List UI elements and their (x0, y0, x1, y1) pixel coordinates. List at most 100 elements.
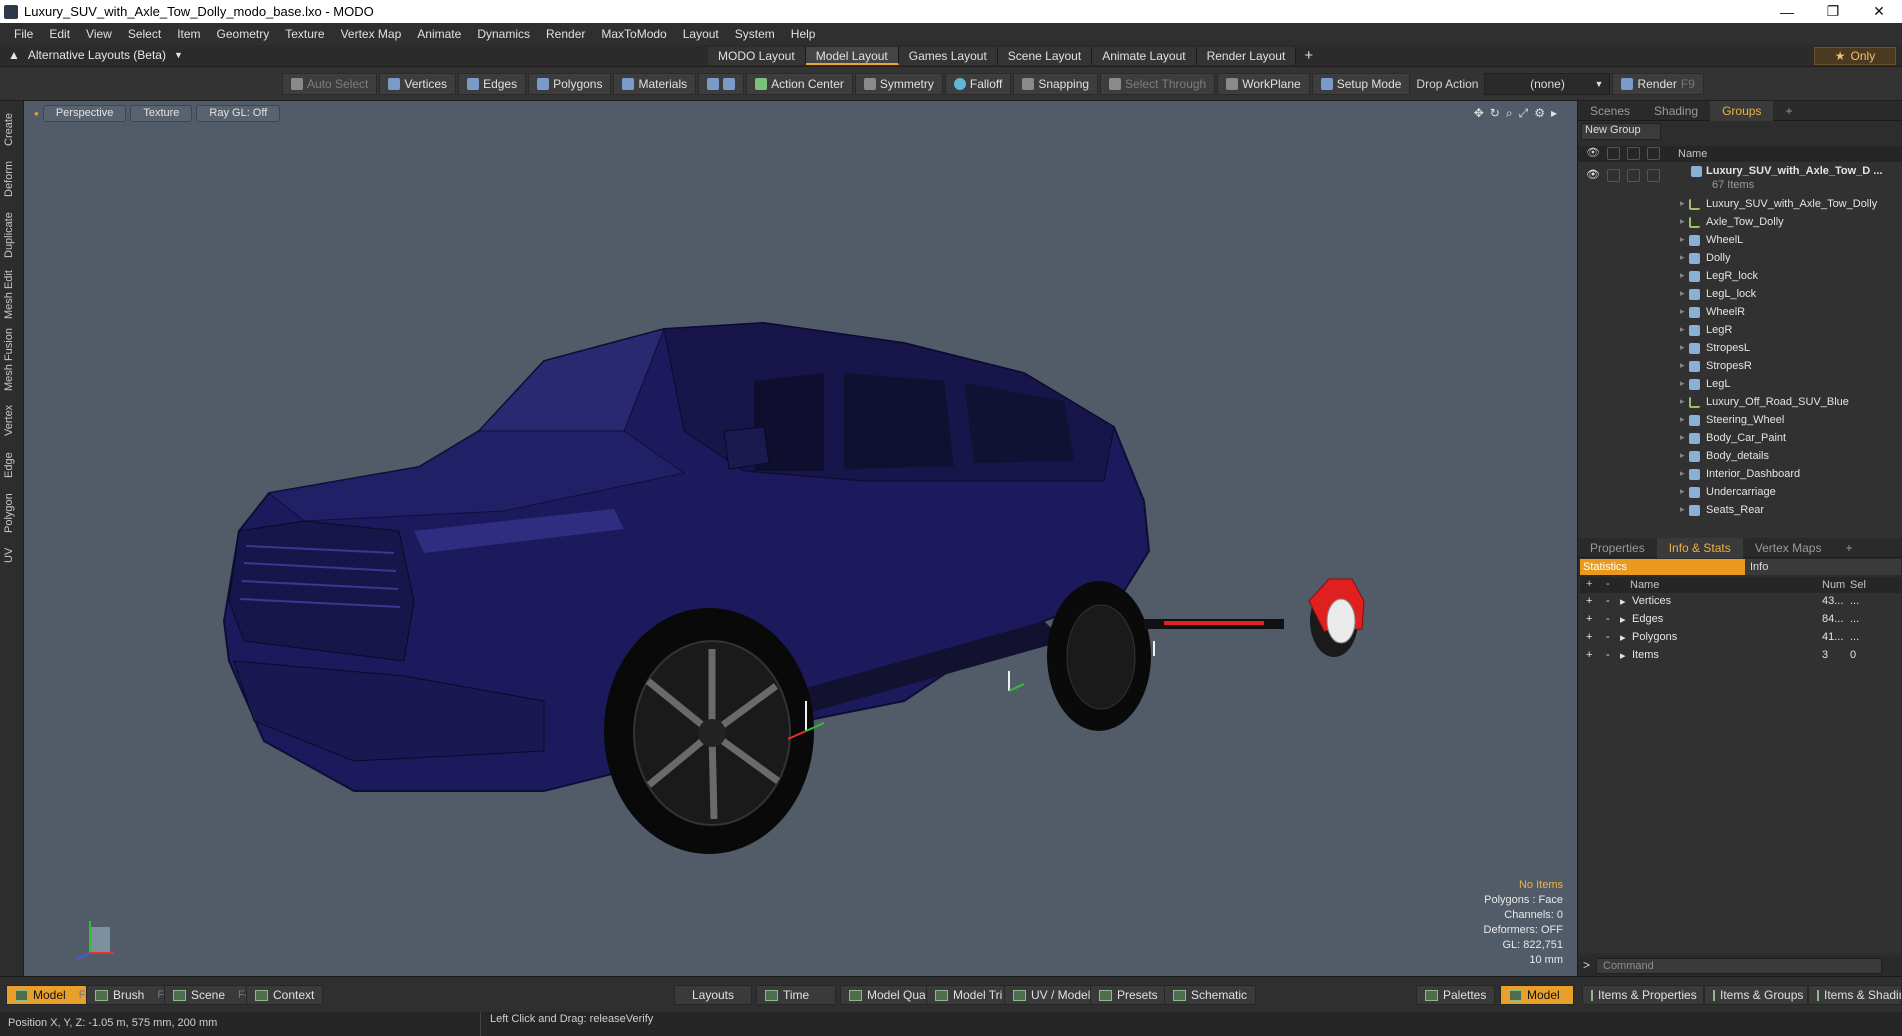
render-button[interactable]: Render F9 (1612, 73, 1704, 95)
expand-all-icon[interactable]: + (1586, 578, 1592, 590)
menu-select[interactable]: Select (120, 27, 169, 41)
expand-arrow-icon[interactable]: ▸ (1680, 288, 1685, 299)
expand-arrow-icon[interactable]: ▸ (1680, 252, 1685, 263)
tab-mesh-fusion[interactable]: Mesh Fusion (3, 327, 21, 393)
expand-arrow-icon[interactable]: ▸ (1680, 414, 1685, 425)
auto-select-button[interactable]: Auto Select (282, 73, 378, 95)
tab-vertex-maps[interactable]: Vertex Maps (1743, 538, 1834, 558)
model-tri-button[interactable]: Model Tri (926, 985, 1012, 1005)
stats-row[interactable]: + - ▸ Vertices 43...... (1580, 593, 1901, 611)
expand-arrow-icon[interactable]: ▸ (1680, 378, 1685, 389)
expand-arrow-icon[interactable]: ▸ (1620, 631, 1626, 644)
symmetry-button[interactable]: Symmetry (854, 73, 943, 95)
group-item-row[interactable]: ▸ Luxury_SUV_with_Axle_Tow_Dolly (1578, 196, 1902, 214)
menu-item[interactable]: Item (169, 27, 208, 41)
items-groups-button[interactable]: Items & Groups (1704, 985, 1808, 1005)
model-layout-button[interactable]: Model (1500, 985, 1574, 1005)
tab-scenes[interactable]: Scenes (1578, 101, 1642, 121)
collapse-icon[interactable]: - (1606, 613, 1610, 625)
falloff-button[interactable]: Falloff (944, 73, 1012, 95)
tab-info[interactable]: Info (1745, 559, 1901, 575)
group-item-row[interactable]: ▸ StropesR (1578, 358, 1902, 376)
expand-arrow-icon[interactable]: ▸ (1680, 360, 1685, 371)
expand-arrow-icon[interactable]: ▸ (1680, 216, 1685, 227)
expand-arrow-icon[interactable]: ▸ (1680, 450, 1685, 461)
stats-row[interactable]: + - ▸ Items 3 0 (1580, 647, 1901, 665)
group-item-row[interactable]: ▸ Body_details (1578, 448, 1902, 466)
uv-model-button[interactable]: UV / Model (1004, 985, 1100, 1005)
tab-scene-layout[interactable]: Scene Layout (997, 47, 1093, 65)
collapse-icon[interactable]: - (1606, 649, 1610, 661)
eye-icon[interactable]: 👁 (1586, 168, 1600, 181)
setup-mode-button[interactable]: Setup Mode (1311, 73, 1411, 95)
drop-action-select[interactable]: (none) ▼ (1484, 73, 1611, 95)
group-item-row[interactable]: ▸ WheelL (1578, 232, 1902, 250)
action-center-button[interactable]: Action Center (746, 73, 853, 95)
tab-games-layout[interactable]: Games Layout (898, 47, 998, 65)
menu-vertex-map[interactable]: Vertex Map (333, 27, 410, 41)
tab-modo-layout[interactable]: MODO Layout (708, 47, 806, 65)
tab-vertex[interactable]: Vertex (3, 399, 21, 441)
menu-view[interactable]: View (78, 27, 120, 41)
group-item-row[interactable]: ▸ LegR_lock (1578, 268, 1902, 286)
expand-arrow-icon[interactable]: ▸ (1680, 306, 1685, 317)
snapping-button[interactable]: Snapping (1013, 73, 1099, 95)
stats-num-header[interactable]: Num (1822, 579, 1845, 591)
alternative-layouts-dropdown[interactable]: ▲ Alternative Layouts (Beta) ▼ (8, 48, 183, 62)
tab-uv[interactable]: UV (3, 543, 21, 567)
group-item-row[interactable]: ▸ StropesL (1578, 340, 1902, 358)
palettes-button[interactable]: Palettes (1416, 985, 1496, 1005)
expand-arrow-icon[interactable]: ▸ (1680, 432, 1685, 443)
tab-shading[interactable]: Shading (1642, 101, 1710, 121)
tab-properties[interactable]: Properties (1578, 538, 1657, 558)
expand-icon[interactable]: + (1586, 595, 1592, 607)
group-item-row[interactable]: ▸ LegL (1578, 376, 1902, 394)
menu-texture[interactable]: Texture (277, 27, 332, 41)
group-item-row[interactable]: ▸ Seats_Rear (1578, 502, 1902, 520)
menu-layout[interactable]: Layout (675, 27, 727, 41)
tab-info-stats[interactable]: Info & Stats (1656, 537, 1743, 558)
group-item-row[interactable]: ▸ WheelR (1578, 304, 1902, 322)
items-shading-button[interactable]: Items & Shading (1808, 985, 1902, 1005)
expand-arrow-icon[interactable]: ▸ (1680, 396, 1685, 407)
select-toggle[interactable] (1647, 169, 1660, 182)
collapse-all-icon[interactable]: - (1606, 578, 1610, 590)
lock-toggle[interactable] (1627, 169, 1640, 182)
polygons-button[interactable]: Polygons (528, 73, 612, 95)
menu-edit[interactable]: Edit (41, 27, 78, 41)
select-mode-button[interactable] (698, 73, 745, 95)
expand-arrow-icon[interactable]: ▸ (1680, 234, 1685, 245)
expand-arrow-icon[interactable]: ▸ (1680, 504, 1685, 515)
items-properties-button[interactable]: Items & Properties (1582, 985, 1704, 1005)
group-root-row[interactable]: 👁 Luxury_SUV_with_Axle_Tow_D ... 67 Item… (1578, 164, 1902, 194)
workplane-button[interactable]: WorkPlane (1217, 73, 1310, 95)
tab-mesh-edit[interactable]: Mesh Edit (3, 269, 21, 321)
tab-deform[interactable]: Deform (3, 157, 21, 201)
expand-arrow-icon[interactable]: ▸ (1620, 595, 1626, 608)
tab-statistics[interactable]: Statistics (1580, 559, 1745, 575)
expand-arrow-icon[interactable]: ▸ (1680, 324, 1685, 335)
collapse-icon[interactable]: - (1606, 595, 1610, 607)
expand-icon[interactable]: + (1586, 649, 1592, 661)
menu-file[interactable]: File (6, 27, 41, 41)
schematic-button[interactable]: Schematic (1164, 985, 1257, 1005)
command-input[interactable]: Command (1596, 958, 1882, 974)
presets-button[interactable]: Presets (1090, 985, 1167, 1005)
expand-arrow-icon[interactable]: ▸ (1620, 649, 1626, 662)
stats-sel-header[interactable]: Sel (1850, 579, 1866, 591)
edges-button[interactable]: Edges (458, 73, 527, 95)
tab-edge[interactable]: Edge (3, 447, 21, 483)
menu-animate[interactable]: Animate (409, 27, 469, 41)
tab-groups[interactable]: Groups (1710, 100, 1774, 121)
add-props-tab-button[interactable]: + (1833, 538, 1864, 558)
collapse-icon[interactable]: - (1606, 631, 1610, 643)
vertices-button[interactable]: Vertices (379, 73, 457, 95)
menu-geometry[interactable]: Geometry (209, 27, 278, 41)
group-item-row[interactable]: ▸ LegL_lock (1578, 286, 1902, 304)
expand-arrow-icon[interactable]: ▸ (1680, 486, 1685, 497)
only-button[interactable]: ★ Only (1814, 47, 1896, 65)
close-button[interactable]: ✕ (1856, 0, 1902, 23)
minimize-button[interactable]: — (1764, 0, 1810, 23)
group-item-row[interactable]: ▸ Dolly (1578, 250, 1902, 268)
menu-maxtomodo[interactable]: MaxToModo (593, 27, 674, 41)
